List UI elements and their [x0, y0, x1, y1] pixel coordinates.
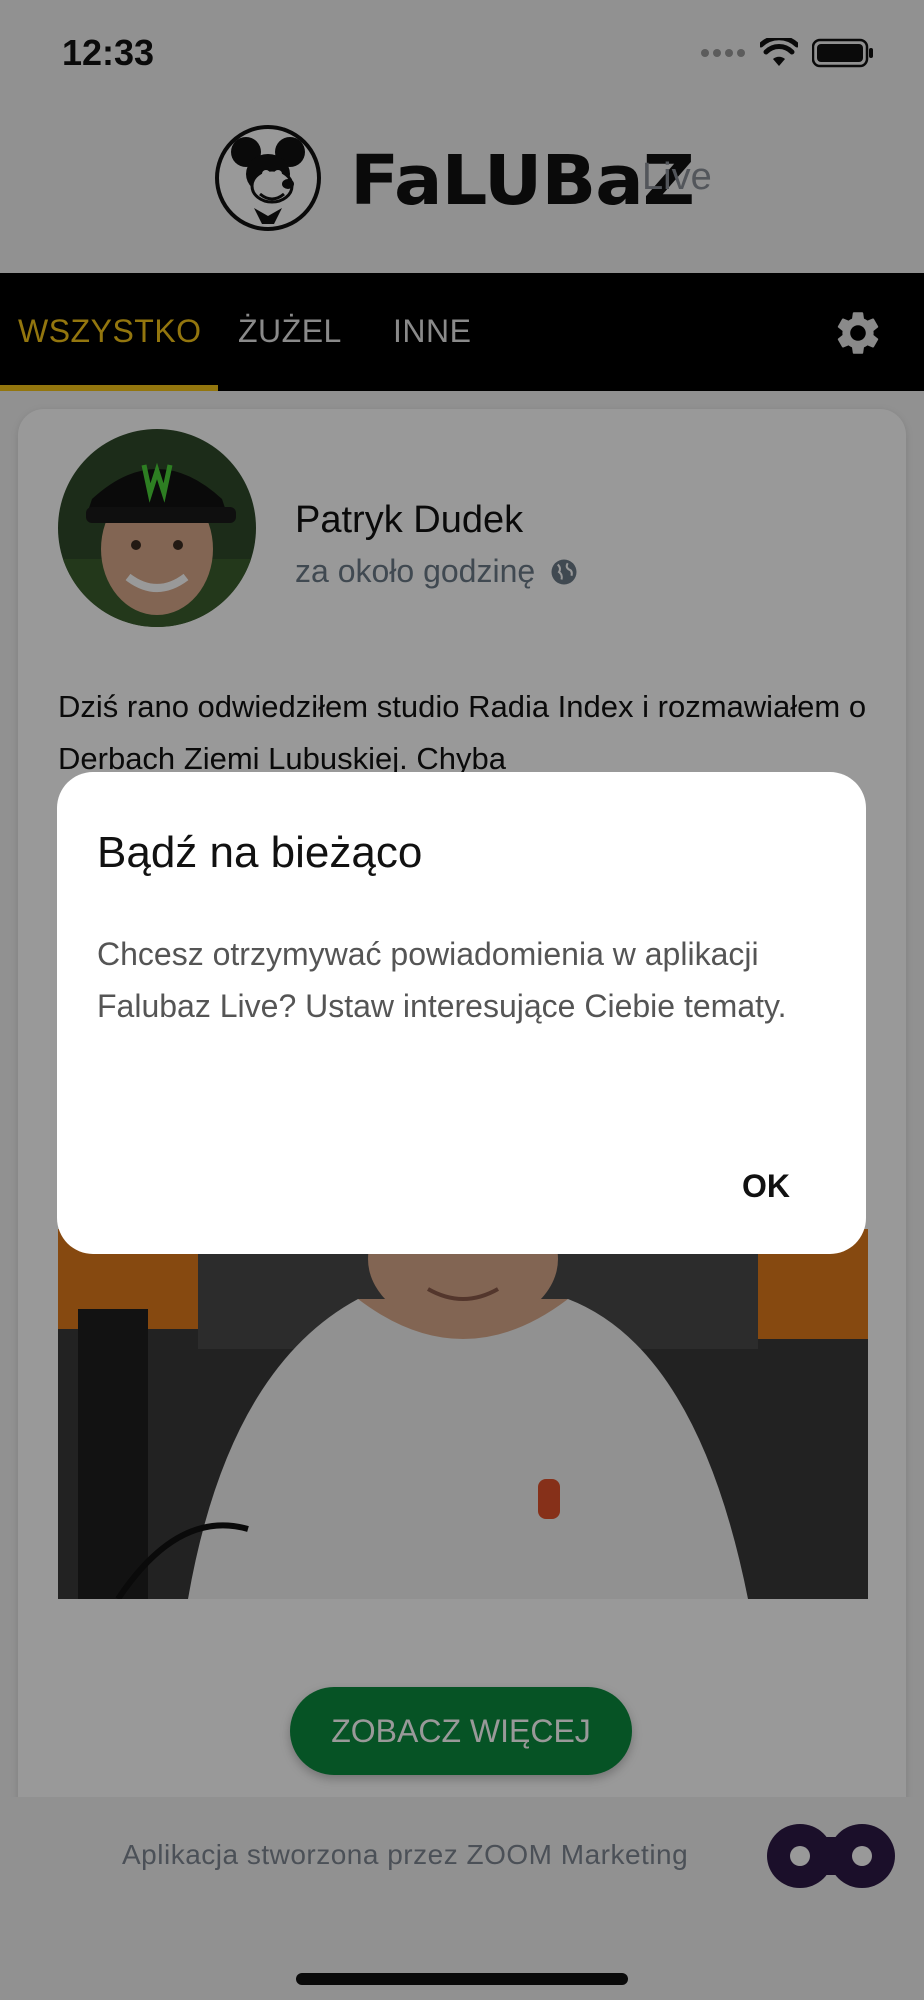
dialog-title: Bądź na bieżąco [97, 828, 423, 877]
notification-dialog: Bądź na bieżąco Chcesz otrzymywać powiad… [57, 772, 866, 1254]
ok-button[interactable]: OK [742, 1168, 790, 1205]
dialog-message: Chcesz otrzymywać powiadomienia w aplika… [97, 936, 787, 1024]
